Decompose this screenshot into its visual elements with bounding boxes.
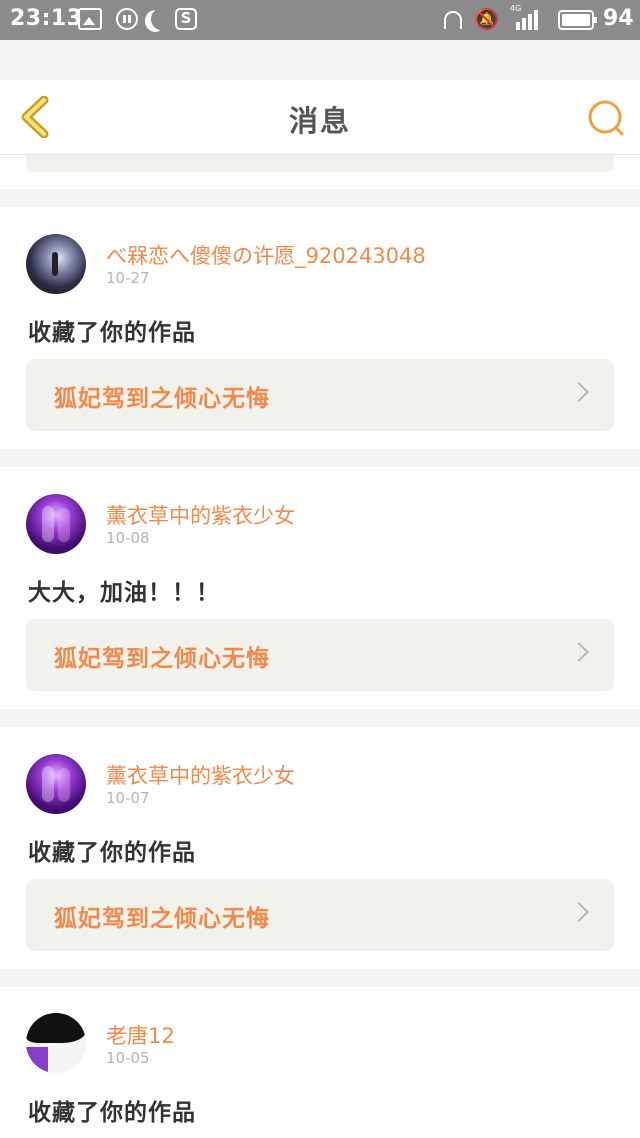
- message-text: 收藏了你的作品: [28, 1100, 196, 1126]
- username[interactable]: 薰衣草中的紫衣少女: [106, 500, 295, 530]
- message-card: 薰衣草中的紫衣少女 10-07 收藏了你的作品 狐妃驾到之倾心无悔: [0, 727, 640, 969]
- battery-icon: [558, 10, 597, 30]
- chevron-right-icon: [569, 642, 589, 662]
- date: 10-07: [106, 789, 150, 807]
- message-text: 大大，加油！！！: [28, 580, 220, 606]
- username[interactable]: 老唐12: [106, 1020, 175, 1050]
- status-time: 23:13: [10, 6, 83, 31]
- previous-work-link[interactable]: [26, 155, 614, 172]
- image-icon: [78, 8, 102, 30]
- moon-icon: [151, 8, 171, 30]
- s-icon: S: [175, 8, 197, 30]
- network-type: 4G: [510, 4, 522, 13]
- work-title: 狐妃驾到之倾心无悔: [54, 386, 270, 412]
- message-card: 薰衣草中的紫衣少女 10-08 大大，加油！！！ 狐妃驾到之倾心无悔: [0, 467, 640, 709]
- message-text: 收藏了你的作品: [28, 840, 196, 866]
- username[interactable]: べ槑恋へ傻傻の许愿_920243048: [106, 240, 426, 270]
- headset-icon: [444, 11, 462, 29]
- work-link[interactable]: 狐妃驾到之倾心无悔: [26, 879, 614, 951]
- message-feed[interactable]: べ槑恋へ傻傻の许愿_920243048 10-27 收藏了你的作品 狐妃驾到之倾…: [0, 155, 640, 1138]
- chevron-right-icon: [569, 382, 589, 402]
- avatar[interactable]: [26, 234, 86, 294]
- pause-icon: [116, 8, 138, 30]
- date: 10-08: [106, 529, 150, 547]
- page-title: 消息: [288, 104, 351, 138]
- status-bar: 23:13 S 🔕 4G 94: [0, 0, 640, 40]
- work-link[interactable]: 狐妃驾到之倾心无悔: [26, 359, 614, 431]
- chevron-right-icon: [569, 902, 589, 922]
- message-card: 老唐12 10-05 收藏了你的作品: [0, 987, 640, 1138]
- search-icon[interactable]: [586, 98, 626, 138]
- message-text: 收藏了你的作品: [28, 320, 196, 346]
- header: 消息: [0, 80, 640, 155]
- date: 10-27: [106, 269, 150, 287]
- signal-icon: 4G: [510, 4, 540, 30]
- previous-message-card: [0, 155, 640, 189]
- work-title: 狐妃驾到之倾心无悔: [54, 906, 270, 932]
- message-card: べ槑恋へ傻傻の许愿_920243048 10-27 收藏了你的作品 狐妃驾到之倾…: [0, 207, 640, 449]
- avatar[interactable]: [26, 754, 86, 814]
- battery-level: 94: [603, 6, 634, 31]
- work-link[interactable]: 狐妃驾到之倾心无悔: [26, 619, 614, 691]
- mute-icon: 🔕: [474, 7, 499, 31]
- username[interactable]: 薰衣草中的紫衣少女: [106, 760, 295, 790]
- work-title: 狐妃驾到之倾心无悔: [54, 646, 270, 672]
- avatar[interactable]: [26, 494, 86, 554]
- avatar[interactable]: [26, 1013, 86, 1073]
- date: 10-05: [106, 1049, 150, 1067]
